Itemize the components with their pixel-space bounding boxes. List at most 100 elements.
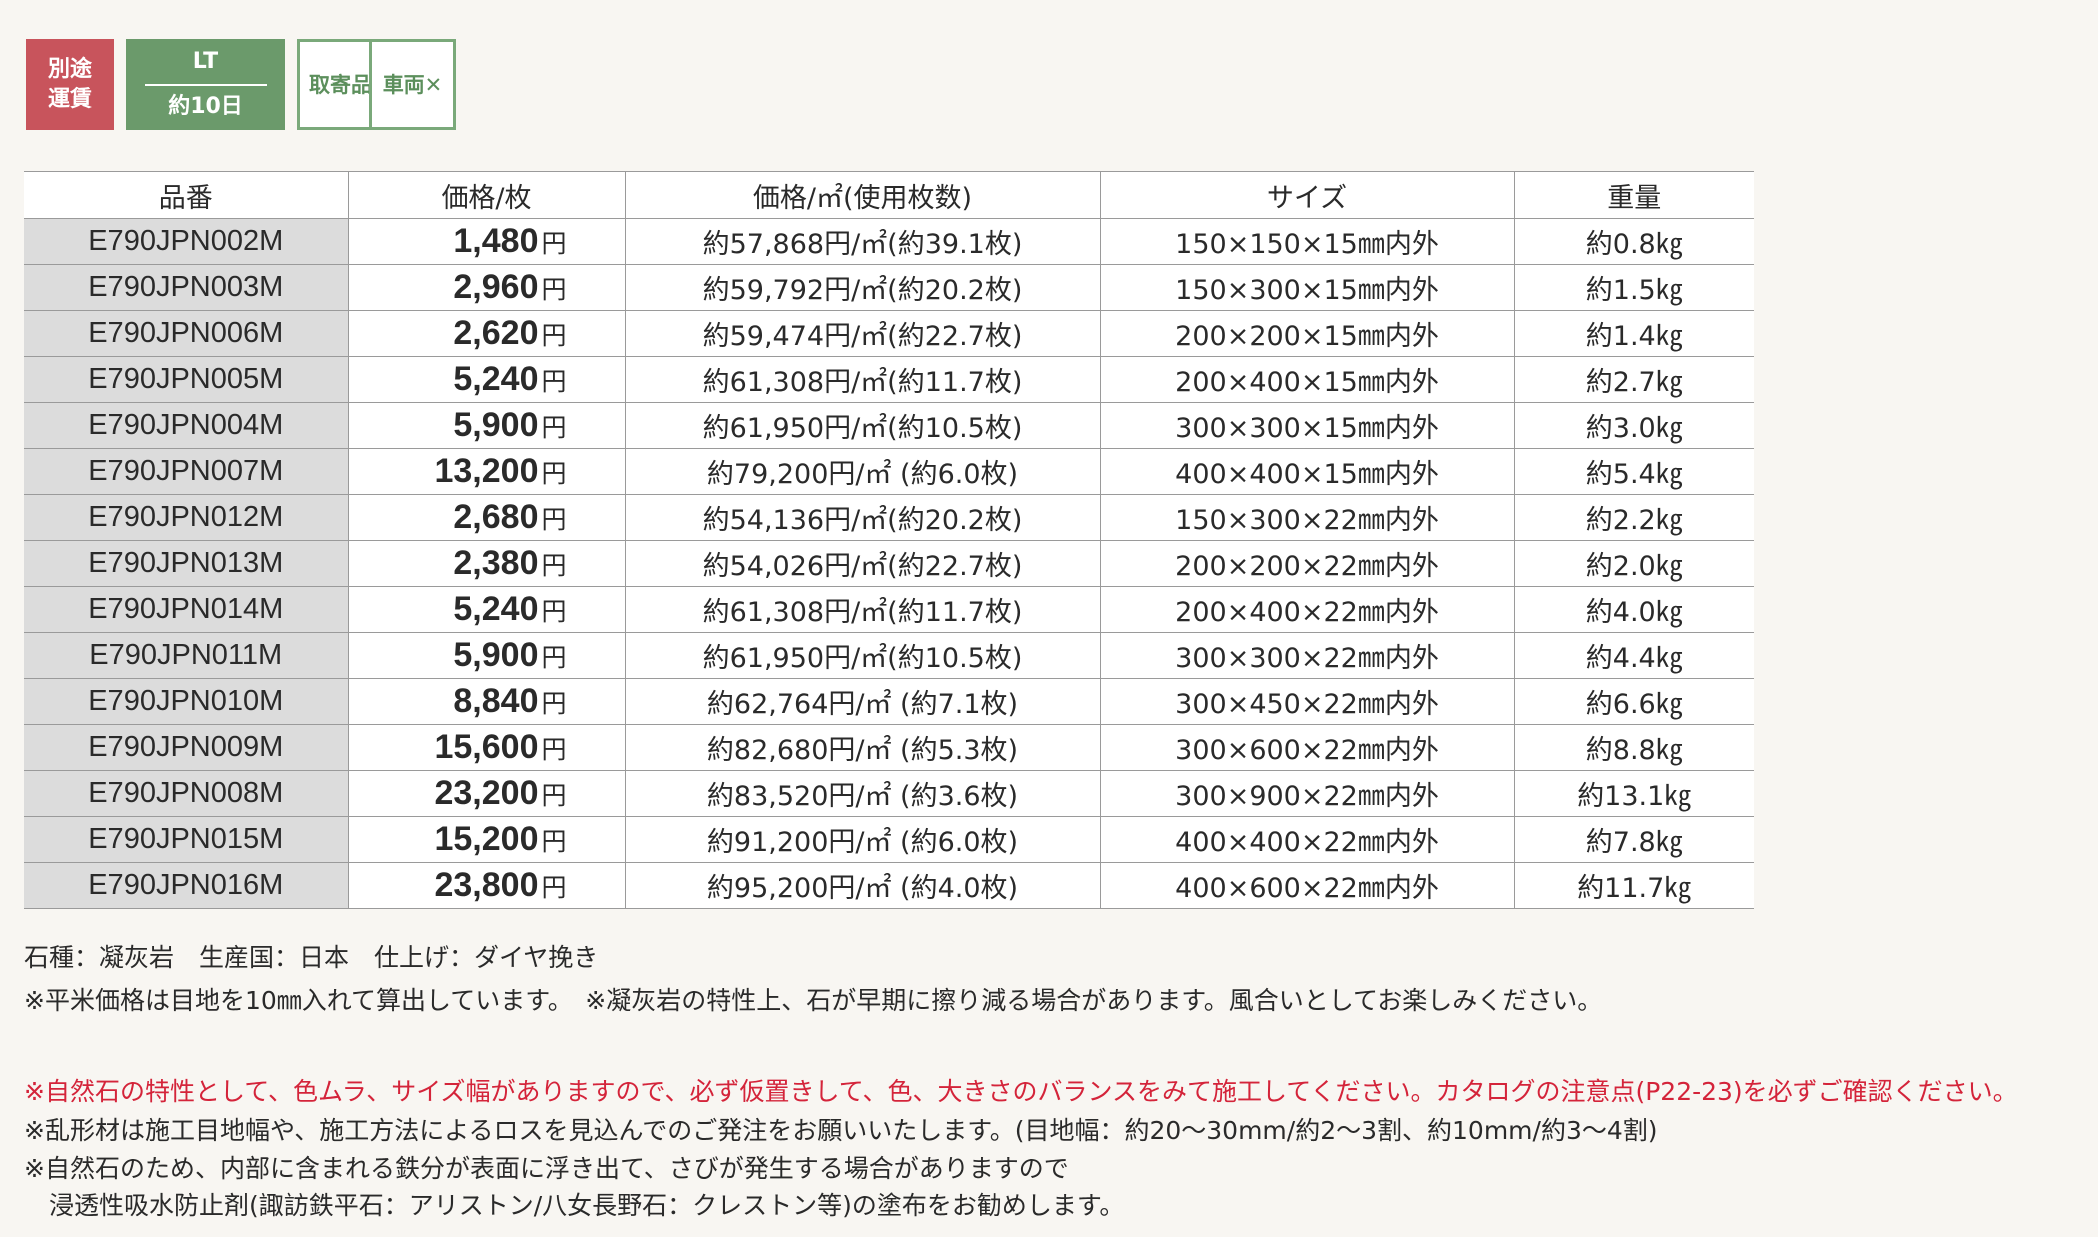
price-value: 5,900 [453,406,539,444]
product-code-cell: E790JPN007M [24,448,349,495]
table-row: E790JPN014M 5,240 円約61,308円/㎡(約11.7枚) 200×4… [24,586,1754,633]
table-row: E790JPN013M 2,380 円約54,026円/㎡(約22.7枚) 200×2… [24,540,1754,587]
price-value: 5,900 [453,636,539,674]
size-cell: 200×200×15㎜内外 [1100,310,1515,357]
weight-cell: 約1.4㎏ [1514,310,1754,357]
size-cell: 300×300×22㎜内外 [1100,632,1515,679]
lead-time-divider [144,84,267,86]
price-cell: 23,200 円 [348,770,626,817]
size-cell: 400×600×22㎜内外 [1100,862,1515,909]
lead-time-label: LT [192,49,219,74]
table-row: E790JPN007M 13,200 円約79,200円/㎡ (約6.0枚) 400×… [24,448,1754,495]
price-unit: 円 [541,275,567,304]
weight-cell: 約4.4㎏ [1514,632,1754,679]
price-per-sqm-cell: 約82,680円/㎡ (約5.3枚) [625,724,1101,771]
price-cell: 8,840 円 [348,678,626,725]
table-row: E790JPN012M 2,680 円約54,136円/㎡(約20.2枚) 150×3… [24,494,1754,541]
price-cell: 13,200 円 [348,448,626,495]
weight-cell: 約2.0㎏ [1514,540,1754,587]
price-value: 13,200 [434,452,539,490]
table-row: E790JPN010M 8,840 円約62,764円/㎡ (約7.1枚) 300×4… [24,678,1754,725]
product-code-cell: E790JPN008M [24,770,349,817]
price-value: 1,480 [453,222,539,260]
table-row: E790JPN008M 23,200 円約83,520円/㎡ (約3.6枚) 300×… [24,770,1754,817]
weight-cell: 約8.8㎏ [1514,724,1754,771]
price-per-sqm-cell: 約79,200円/㎡ (約6.0枚) [625,448,1101,495]
table-row: E790JPN004M 5,900 円約61,950円/㎡(約10.5枚) 300×3… [24,402,1754,449]
size-cell: 200×200×22㎜内外 [1100,540,1515,587]
size-cell: 300×300×15㎜内外 [1100,402,1515,449]
product-code-cell: E790JPN003M [24,264,349,311]
price-cell: 5,240 円 [348,586,626,633]
weight-cell: 約5.4㎏ [1514,448,1754,495]
price-cell: 23,800 円 [348,862,626,909]
weight-cell: 約7.8㎏ [1514,816,1754,863]
price-value: 8,840 [453,682,539,720]
price-table-header: 品番 価格/枚 価格/㎡(使用枚数) サイズ 重量 [24,171,1754,219]
product-code-cell: E790JPN002M [24,218,349,265]
price-unit: 円 [541,735,567,764]
price-cell: 2,620 円 [348,310,626,357]
price-per-sqm-cell: 約59,792円/㎡(約20.2枚) [625,264,1101,311]
size-cell: 300×450×22㎜内外 [1100,678,1515,725]
header-price-per-piece: 価格/枚 [348,171,626,219]
price-cell: 1,480 円 [348,218,626,265]
price-value: 2,620 [453,314,539,352]
price-per-sqm-cell: 約95,200円/㎡ (約4.0枚) [625,862,1101,909]
price-unit: 円 [541,873,567,902]
price-per-sqm-cell: 約59,474円/㎡(約22.7枚) [625,310,1101,357]
weight-cell: 約4.0㎏ [1514,586,1754,633]
product-code-cell: E790JPN010M [24,678,349,725]
price-value: 2,960 [453,268,539,306]
product-code-cell: E790JPN011M [24,632,349,679]
price-unit: 円 [541,643,567,672]
size-cell: 150×300×15㎜内外 [1100,264,1515,311]
natural-stone-warning: ※自然石の特性として、色ムラ、サイズ幅がありますので、必ず仮置きして、色、大きさ… [24,1077,2018,1106]
price-value: 15,200 [434,820,539,858]
table-row: E790JPN003M 2,960 円約59,792円/㎡(約20.2枚) 150×3… [24,264,1754,311]
separate-freight-badge: 別途 運賃 [26,39,114,130]
price-per-sqm-cell: 約61,950円/㎡(約10.5枚) [625,402,1101,449]
product-code-cell: E790JPN013M [24,540,349,587]
size-cell: 200×400×15㎜内外 [1100,356,1515,403]
product-code-cell: E790JPN006M [24,310,349,357]
price-per-sqm-cell: 約61,950円/㎡(約10.5枚) [625,632,1101,679]
size-cell: 150×300×22㎜内外 [1100,494,1515,541]
product-code-cell: E790JPN012M [24,494,349,541]
price-unit: 円 [541,689,567,718]
header-weight: 重量 [1514,171,1754,219]
price-per-sqm-cell: 約91,200円/㎡ (約6.0枚) [625,816,1101,863]
order-item-label: 取寄品 [309,72,372,97]
price-unit: 円 [541,505,567,534]
product-code-cell: E790JPN004M [24,402,349,449]
price-unit: 円 [541,459,567,488]
table-row: E790JPN016M 23,800 円約95,200円/㎡ (約4.0枚) 400×… [24,862,1754,909]
table-row: E790JPN006M 2,620 円約59,474円/㎡(約22.7枚) 200×2… [24,310,1754,357]
table-row: E790JPN005M 5,240 円約61,308円/㎡(約11.7枚) 200×4… [24,356,1754,403]
stone-spec-note: 石種：凝灰岩 生産国：日本 仕上げ：ダイヤ挽き [24,943,599,972]
size-cell: 400×400×15㎜内外 [1100,448,1515,495]
price-cell: 5,900 円 [348,402,626,449]
size-cell: 300×900×22㎜内外 [1100,770,1515,817]
product-code-cell: E790JPN016M [24,862,349,909]
price-cell: 5,240 円 [348,356,626,403]
rust-note-line-1: ※自然石のため、内部に含まれる鉄分が表面に浮き出て、さびが発生する場合があります… [24,1154,1069,1183]
price-cell: 2,680 円 [348,494,626,541]
size-cell: 150×150×15㎜内外 [1100,218,1515,265]
size-cell: 400×400×22㎜内外 [1100,816,1515,863]
price-cell: 2,960 円 [348,264,626,311]
table-row: E790JPN002M 1,480 円約57,868円/㎡(約39.1枚) 150×1… [24,218,1754,265]
price-table: 品番 価格/枚 価格/㎡(使用枚数) サイズ 重量 E790JPN002M 1,4… [24,171,1754,909]
price-unit: 円 [541,321,567,350]
weight-cell: 約0.8㎏ [1514,218,1754,265]
calculation-note: ※平米価格は目地を10㎜入れて算出しています。 ※凝灰岩の特性上、石が早期に擦り… [24,986,1603,1015]
size-cell: 300×600×22㎜内外 [1100,724,1515,771]
freight-badge-line-2: 運賃 [47,86,92,112]
weight-cell: 約6.6㎏ [1514,678,1754,725]
price-per-sqm-cell: 約54,026円/㎡(約22.7枚) [625,540,1101,587]
price-unit: 円 [541,367,567,396]
product-code-cell: E790JPN015M [24,816,349,863]
price-per-sqm-cell: 約62,764円/㎡ (約7.1枚) [625,678,1101,725]
price-per-sqm-cell: 約61,308円/㎡(約11.7枚) [625,356,1101,403]
price-value: 23,800 [434,866,539,904]
